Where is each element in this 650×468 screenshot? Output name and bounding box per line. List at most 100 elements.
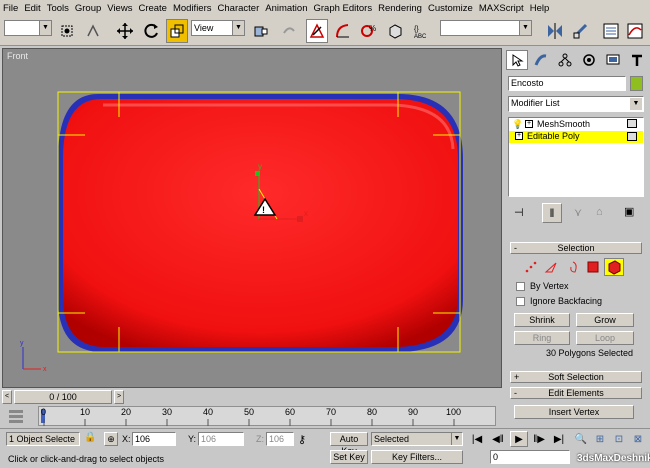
next-frame-icon[interactable]: ‖▶ bbox=[530, 431, 548, 447]
vertex-icon[interactable] bbox=[524, 260, 538, 276]
modifier-list-dropdown[interactable]: Modifier List ▼ bbox=[508, 96, 644, 112]
spinner-snap-icon[interactable] bbox=[384, 19, 406, 43]
stack-item-meshsmooth[interactable]: 💡 + MeshSmooth bbox=[509, 119, 643, 131]
pin-stack-icon[interactable]: ⊣ bbox=[514, 206, 524, 219]
border-icon[interactable] bbox=[566, 260, 580, 276]
chevron-right-icon[interactable]: > bbox=[114, 390, 124, 404]
go-to-start-icon[interactable]: |◀ bbox=[468, 431, 486, 447]
lock-icon[interactable]: 🔒 bbox=[84, 432, 96, 443]
z-coord-field[interactable]: 106 bbox=[266, 432, 294, 446]
track-bar-icon[interactable] bbox=[8, 408, 24, 424]
named-selection-icon[interactable]: {} ABC bbox=[412, 19, 434, 43]
menu-customize[interactable]: Customize bbox=[425, 3, 476, 14]
move-icon[interactable] bbox=[114, 19, 136, 43]
tick-label: 70 bbox=[326, 407, 337, 417]
set-key-button[interactable]: Set Key bbox=[330, 450, 368, 464]
zoom-extents-all-icon[interactable]: ⊠ bbox=[629, 431, 647, 447]
menu-edit[interactable]: Edit bbox=[21, 3, 43, 14]
play-icon[interactable]: ▶ bbox=[510, 431, 528, 447]
scale-icon[interactable] bbox=[166, 19, 188, 43]
make-unique-icon[interactable]: ⋎ bbox=[574, 206, 582, 219]
angle-snap-icon[interactable] bbox=[332, 19, 354, 43]
snap-toggle-icon[interactable] bbox=[306, 19, 328, 43]
menu-animation[interactable]: Animation bbox=[262, 3, 310, 14]
expand-icon[interactable]: + bbox=[515, 132, 523, 140]
pivot-center-icon[interactable] bbox=[250, 19, 272, 43]
object-name-field[interactable]: Encosto bbox=[508, 76, 626, 91]
y-coord-field[interactable]: 106 bbox=[198, 432, 244, 446]
menu-group[interactable]: Group bbox=[72, 3, 104, 14]
create-tab-icon[interactable] bbox=[506, 50, 528, 70]
menu-maxscript[interactable]: MAXScript bbox=[476, 3, 527, 14]
gizmo-x-label: x bbox=[304, 209, 308, 218]
x-coord-field[interactable]: 106 bbox=[132, 432, 176, 446]
select-by-name-icon[interactable] bbox=[82, 19, 104, 43]
absolute-mode-icon[interactable]: ⊕ bbox=[104, 432, 118, 446]
rotate-icon[interactable] bbox=[140, 19, 162, 43]
remove-modifier-icon[interactable]: ⌂ bbox=[596, 206, 603, 218]
menu-character[interactable]: Character bbox=[215, 3, 263, 14]
select-object-icon[interactable] bbox=[56, 19, 78, 43]
mirror-icon[interactable] bbox=[544, 19, 566, 43]
expand-icon[interactable]: + bbox=[525, 120, 533, 128]
select-link-icon[interactable] bbox=[278, 19, 300, 43]
stack-item-label: MeshSmooth bbox=[537, 119, 591, 129]
auto-key-button[interactable]: Auto Key bbox=[330, 432, 368, 456]
modify-tab-icon[interactable] bbox=[530, 50, 552, 70]
zoom-extents-icon[interactable]: ⊡ bbox=[610, 431, 628, 447]
ring-button[interactable]: Ring bbox=[514, 331, 570, 345]
key-mode-dropdown[interactable]: Selected ▼ bbox=[371, 432, 463, 446]
zoom-all-icon[interactable]: ⊞ bbox=[591, 431, 609, 447]
grow-button[interactable]: Grow bbox=[576, 313, 634, 327]
current-frame-field[interactable]: 0 bbox=[490, 450, 570, 464]
utilities-tab-icon[interactable] bbox=[626, 50, 648, 70]
edge-icon[interactable] bbox=[544, 260, 558, 276]
rollout-title: Selection bbox=[557, 243, 595, 253]
percent-snap-icon[interactable]: % bbox=[358, 19, 380, 43]
by-vertex-checkbox[interactable] bbox=[516, 282, 525, 291]
selection-filter-dropdown[interactable]: ▼ bbox=[4, 20, 52, 36]
menu-create[interactable]: Create bbox=[135, 3, 170, 14]
display-tab-icon[interactable] bbox=[602, 50, 624, 70]
previous-frame-icon[interactable]: ◀‖ bbox=[489, 431, 507, 447]
hierarchy-tab-icon[interactable] bbox=[554, 50, 576, 70]
align-icon[interactable] bbox=[570, 19, 592, 43]
chevron-left-icon[interactable]: < bbox=[2, 390, 12, 404]
menu-file[interactable]: File bbox=[0, 3, 21, 14]
lightbulb-icon[interactable]: 💡 bbox=[512, 119, 523, 130]
edit-elements-rollout-header[interactable]: - Edit Elements bbox=[510, 387, 642, 399]
stack-item-editable-poly[interactable]: + Editable Poly bbox=[509, 131, 643, 143]
menu-tools[interactable]: Tools bbox=[44, 3, 72, 14]
layer-manager-icon[interactable] bbox=[600, 19, 622, 43]
object-color-swatch[interactable] bbox=[630, 76, 643, 91]
key-filters-button[interactable]: Key Filters... bbox=[371, 450, 463, 464]
polygon-icon[interactable] bbox=[586, 260, 600, 276]
zoom-icon[interactable]: 🔍 bbox=[572, 431, 590, 447]
prompt-line: Click or click-and-drag to select object… bbox=[6, 453, 324, 467]
reference-coordinate-dropdown[interactable]: View ▼ bbox=[191, 20, 245, 36]
track-bar[interactable]: 0 10 20 30 40 50 60 70 80 90 100 bbox=[38, 406, 496, 426]
element-icon[interactable] bbox=[604, 258, 624, 276]
loop-button[interactable]: Loop bbox=[576, 331, 634, 345]
menu-graph-editors[interactable]: Graph Editors bbox=[310, 3, 375, 14]
menu-modifiers[interactable]: Modifiers bbox=[170, 3, 215, 14]
insert-vertex-button[interactable]: Insert Vertex bbox=[514, 405, 634, 419]
named-selection-dropdown[interactable]: ▼ bbox=[440, 20, 532, 36]
front-viewport[interactable]: Front y x ! y x bbox=[2, 48, 502, 388]
curve-editor-icon[interactable] bbox=[624, 19, 646, 43]
ignore-backfacing-checkbox[interactable] bbox=[516, 297, 525, 306]
menu-help[interactable]: Help bbox=[527, 3, 553, 14]
gizmo-y-label: y bbox=[258, 162, 262, 171]
modifier-list-label: Modifier List bbox=[511, 98, 560, 108]
key-icon[interactable]: ⚷ bbox=[298, 433, 306, 446]
shrink-button[interactable]: Shrink bbox=[514, 313, 570, 327]
motion-tab-icon[interactable] bbox=[578, 50, 600, 70]
go-to-end-icon[interactable]: ▶| bbox=[550, 431, 568, 447]
show-end-result-icon[interactable]: ‖ bbox=[542, 203, 562, 223]
menu-views[interactable]: Views bbox=[104, 3, 135, 14]
configure-sets-icon[interactable]: ▣ bbox=[624, 205, 634, 218]
selection-rollout-header[interactable]: - Selection bbox=[510, 242, 642, 254]
menu-rendering[interactable]: Rendering bbox=[375, 3, 425, 14]
soft-selection-rollout-header[interactable]: + Soft Selection bbox=[510, 371, 642, 383]
time-slider[interactable]: 0 / 100 bbox=[14, 390, 112, 404]
